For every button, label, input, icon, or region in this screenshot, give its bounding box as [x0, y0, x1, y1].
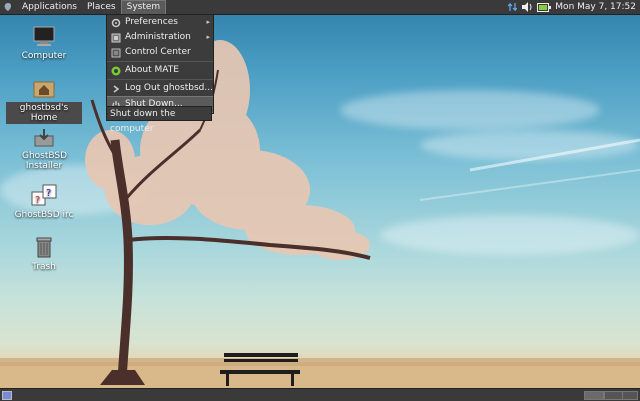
menu-item-label: Control Center [125, 47, 191, 57]
home-folder-icon [33, 81, 55, 98]
show-desktop-button[interactable] [2, 391, 12, 400]
help-chat-icon: ? ? [31, 184, 57, 206]
wallpaper-scene [0, 40, 640, 388]
logout-icon [110, 83, 121, 94]
computer-icon [33, 26, 55, 46]
desktop-icon-label: Computer [21, 51, 67, 61]
battery-icon[interactable] [537, 2, 552, 12]
desktop-icon-home[interactable]: ghostbsd's Home [6, 78, 82, 124]
workspace-switcher-3[interactable] [622, 391, 638, 400]
bottom-panel [0, 388, 640, 401]
system-menu[interactable]: System [120, 0, 167, 15]
volume-icon[interactable] [521, 2, 533, 12]
applications-menu[interactable]: Applications [17, 0, 82, 14]
menu-separator [107, 79, 213, 80]
administration-icon [110, 32, 121, 43]
control-center-icon [110, 47, 121, 58]
menu-item-control-center[interactable]: Control Center [107, 45, 213, 60]
svg-text:?: ? [46, 188, 51, 199]
menu-item-label: Log Out ghostbsd... [125, 83, 213, 93]
field-grass [0, 358, 640, 366]
desktop-icon-label: ghostbsd's Home [6, 102, 82, 124]
menu-tooltip: Shut down the computer [106, 106, 212, 134]
desktop-icon-label: GhostBSD Installer [22, 151, 68, 171]
installer-icon [34, 129, 54, 147]
network-icon[interactable] [508, 2, 518, 12]
system-tray: Mon May 7, 17:52 [508, 2, 640, 12]
preferences-icon [110, 17, 121, 28]
submenu-arrow-icon: ▸ [206, 33, 210, 41]
system-dropdown-menu: Preferences ▸ Administration ▸ Control C… [106, 14, 214, 114]
menu-item-label: Preferences [125, 17, 178, 27]
svg-text:?: ? [35, 195, 40, 206]
clock[interactable]: Mon May 7, 17:52 [555, 2, 636, 12]
mate-logo-icon [110, 65, 121, 76]
workspace-switcher-1[interactable] [584, 391, 604, 400]
menu-item-label: Administration [125, 32, 191, 42]
places-menu[interactable]: Places [82, 0, 121, 14]
workspace-switcher-2[interactable] [604, 391, 624, 400]
menu-item-about-mate[interactable]: About MATE [107, 63, 213, 78]
desktop-wallpaper[interactable]: Computer ghostbsd's Home GhostBSD Instal… [0, 0, 640, 400]
top-panel: Applications Places System Mon May 7, 17… [0, 0, 640, 15]
desktop-icon-computer[interactable]: Computer [12, 25, 76, 61]
trash-icon [36, 237, 52, 258]
desktop-icon-installer[interactable]: GhostBSD Installer [12, 128, 76, 171]
menu-item-administration[interactable]: Administration ▸ [107, 30, 213, 45]
menu-item-preferences[interactable]: Preferences ▸ [107, 15, 213, 30]
menu-separator [107, 61, 213, 62]
desktop-icon-irc[interactable]: ? ? GhostBSD irc [12, 184, 76, 220]
contrail [419, 169, 640, 201]
desktop-icon-label: Trash [32, 262, 56, 272]
ghostbsd-logo-icon [4, 3, 11, 11]
submenu-arrow-icon: ▸ [206, 18, 210, 26]
menu-item-logout[interactable]: Log Out ghostbsd... [107, 81, 213, 96]
desktop-icon-trash[interactable]: Trash [12, 236, 76, 272]
desktop-icon-label: GhostBSD irc [14, 210, 74, 220]
menu-item-label: About MATE [125, 65, 179, 75]
contrail [469, 138, 640, 172]
